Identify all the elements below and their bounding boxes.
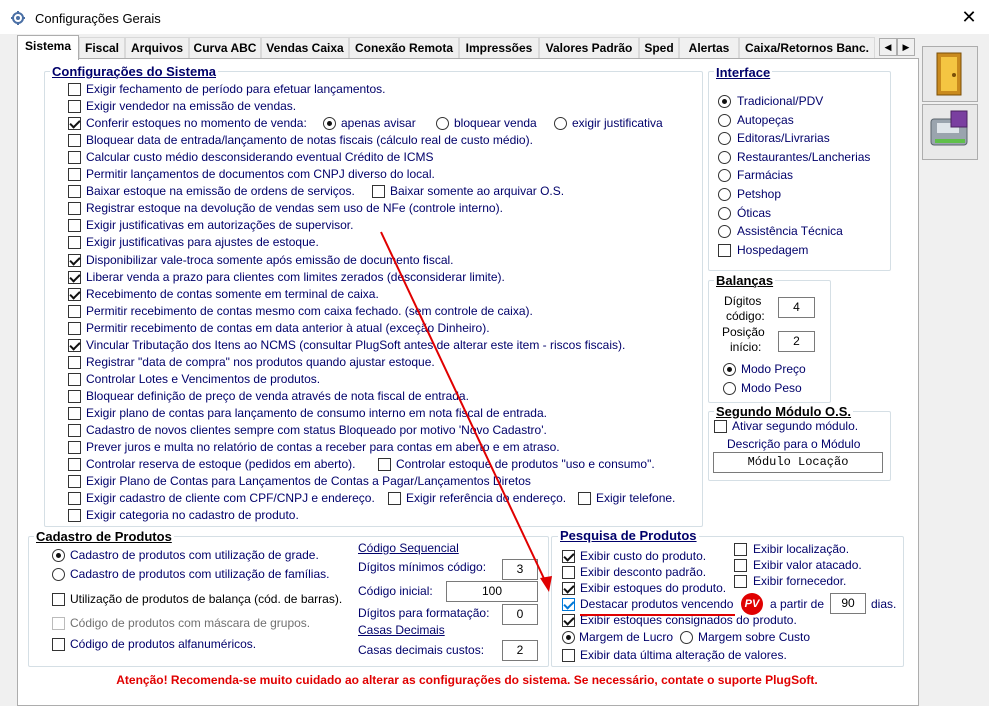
save-button[interactable]	[922, 104, 978, 160]
warning-text: Atenção! Recomenda-se muito cuidado ao a…	[116, 673, 818, 687]
annotation-arrow	[380, 231, 552, 592]
exit-door-icon	[936, 52, 962, 96]
save-disk-icon	[930, 110, 968, 146]
exit-button[interactable]	[922, 46, 978, 102]
right-edge-strip	[983, 35, 989, 704]
tab-sistema[interactable]: Sistema	[17, 35, 79, 60]
